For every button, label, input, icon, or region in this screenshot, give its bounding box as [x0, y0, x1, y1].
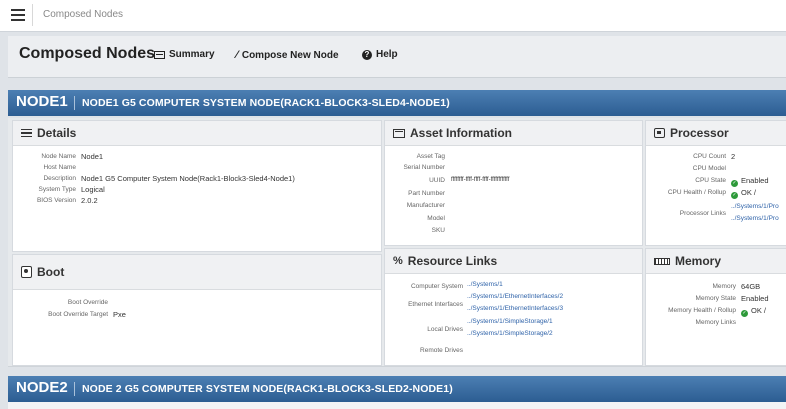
check-circle-icon: ✓	[731, 180, 738, 187]
summary-label: Summary	[169, 49, 215, 60]
boot-header: Boot	[13, 255, 381, 290]
boot-disk-icon	[21, 266, 32, 278]
asset-information-header: Asset Information	[385, 121, 642, 146]
hamburger-menu-icon[interactable]	[11, 9, 25, 21]
node-description: NODE 2 G5 COMPUTER SYSTEM NODE(RACK1-BLO…	[82, 383, 453, 395]
node-id: NODE1	[16, 93, 68, 110]
page-header: Composed Nodes Summary ⁄ Compose New Nod…	[8, 36, 786, 78]
asset-information-panel: Asset Information Asset Tag Serial Numbe…	[384, 120, 643, 246]
processor-title: Processor	[670, 126, 729, 140]
node-separator	[74, 96, 75, 110]
memory-title: Memory	[675, 254, 722, 268]
local-drive-link[interactable]: ../Systems/1/SimpleStorage/2	[467, 330, 553, 337]
asset-information-title: Asset Information	[410, 126, 513, 140]
memory-header: Memory	[646, 249, 786, 274]
local-drive-link[interactable]: ../Systems/1/SimpleStorage/1	[467, 318, 553, 325]
node2-header[interactable]: NODE2 NODE 2 G5 COMPUTER SYSTEM NODE(RAC…	[8, 376, 786, 402]
compose-new-node-button[interactable]: ⁄ Compose New Node	[236, 49, 339, 61]
node-id: NODE2	[16, 379, 68, 396]
help-label: Help	[376, 49, 398, 60]
details-panel: Details Node Name Node1 Host Name Descri…	[12, 120, 382, 252]
page-title: Composed Nodes	[19, 45, 156, 62]
processor-link[interactable]: ../Systems/1/Pro	[731, 215, 779, 222]
link-icon: %	[393, 255, 403, 267]
top-bar: Composed Nodes	[0, 0, 786, 32]
magic-wand-icon: ⁄	[236, 49, 238, 61]
details-title: Details	[37, 126, 77, 140]
summary-button[interactable]: Summary	[154, 49, 215, 60]
processor-panel: Processor CPU Count 2 CPU Model CPU Stat…	[645, 120, 786, 246]
list-icon	[21, 128, 32, 138]
processor-icon	[654, 128, 665, 138]
memory-panel: Memory Memory 64GB Memory State Enabled …	[645, 248, 786, 366]
node2-body	[8, 402, 786, 409]
ethernet-interface-link[interactable]: ../Systems/1/EthernetInterfaces/2	[467, 293, 563, 300]
processor-link[interactable]: ../Systems/1/Pro	[731, 203, 779, 210]
check-circle-icon: ✓	[731, 192, 738, 199]
asset-card-icon	[393, 128, 405, 138]
details-header: Details	[13, 121, 381, 146]
compose-label: Compose New Node	[241, 49, 339, 61]
check-circle-icon: ✓	[741, 310, 748, 317]
node1-header[interactable]: NODE1 NODE1 G5 COMPUTER SYSTEM NODE(RACK…	[8, 90, 786, 116]
help-button[interactable]: ? Help	[362, 49, 398, 60]
node1-body: Details Node Name Node1 Host Name Descri…	[8, 118, 786, 367]
summary-icon	[154, 50, 165, 59]
boot-panel: Boot Boot Override Boot Override Target …	[12, 254, 382, 366]
memory-module-icon	[654, 257, 670, 265]
node-description: NODE1 G5 COMPUTER SYSTEM NODE(RACK1-BLOC…	[82, 97, 450, 109]
resource-links-title: Resource Links	[407, 254, 498, 268]
processor-header: Processor	[646, 121, 786, 146]
resource-links-header: % Resource Links	[385, 249, 642, 274]
breadcrumb: Composed Nodes	[32, 4, 778, 26]
node-separator	[74, 382, 75, 396]
help-icon: ?	[362, 49, 372, 60]
ethernet-interface-link[interactable]: ../Systems/1/EthernetInterfaces/3	[467, 305, 563, 312]
resource-links-panel: % Resource Links Computer System ../Syst…	[384, 248, 643, 366]
boot-title: Boot	[37, 265, 65, 279]
computer-system-link[interactable]: ../Systems/1	[467, 281, 503, 288]
